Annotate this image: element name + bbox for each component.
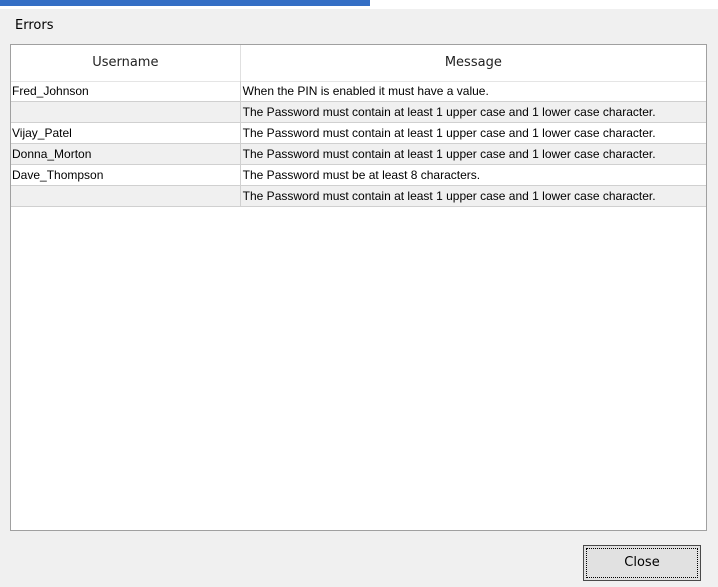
close-button[interactable]: Close <box>583 545 701 581</box>
column-header-username[interactable]: Username <box>11 45 241 81</box>
cropped-heading-text <box>0 0 370 6</box>
message-cell[interactable]: The Password must contain at least 1 upp… <box>241 123 706 143</box>
grid-rows: Fred_Johnson When the PIN is enabled it … <box>11 81 706 207</box>
table-row[interactable]: Fred_Johnson When the PIN is enabled it … <box>11 81 706 102</box>
table-row[interactable]: The Password must contain at least 1 upp… <box>11 186 706 207</box>
errors-grid[interactable]: Username Message Fred_Johnson When the P… <box>10 44 707 531</box>
username-cell[interactable]: Vijay_Patel <box>11 123 241 143</box>
table-row[interactable]: Donna_Morton The Password must contain a… <box>11 144 706 165</box>
username-cell[interactable]: Fred_Johnson <box>11 81 241 101</box>
dialog-title: Errors <box>15 18 54 33</box>
grid-header: Username Message <box>11 45 706 82</box>
username-cell[interactable]: Dave_Thompson <box>11 165 241 185</box>
errors-dialog: Errors Username Message Fred_Johnson Whe… <box>0 0 718 587</box>
table-row[interactable]: The Password must contain at least 1 upp… <box>11 102 706 123</box>
username-cell[interactable]: Donna_Morton <box>11 144 241 164</box>
table-row[interactable]: Vijay_Patel The Password must contain at… <box>11 123 706 144</box>
message-cell[interactable]: When the PIN is enabled it must have a v… <box>241 81 706 101</box>
message-cell[interactable]: The Password must be at least 8 characte… <box>241 165 706 185</box>
message-cell[interactable]: The Password must contain at least 1 upp… <box>241 186 706 206</box>
table-row[interactable]: Dave_Thompson The Password must be at le… <box>11 165 706 186</box>
username-cell[interactable] <box>11 102 241 122</box>
message-cell[interactable]: The Password must contain at least 1 upp… <box>241 102 706 122</box>
document-heading-strip <box>0 0 718 9</box>
username-cell[interactable] <box>11 186 241 206</box>
column-header-message[interactable]: Message <box>241 45 706 81</box>
message-cell[interactable]: The Password must contain at least 1 upp… <box>241 144 706 164</box>
